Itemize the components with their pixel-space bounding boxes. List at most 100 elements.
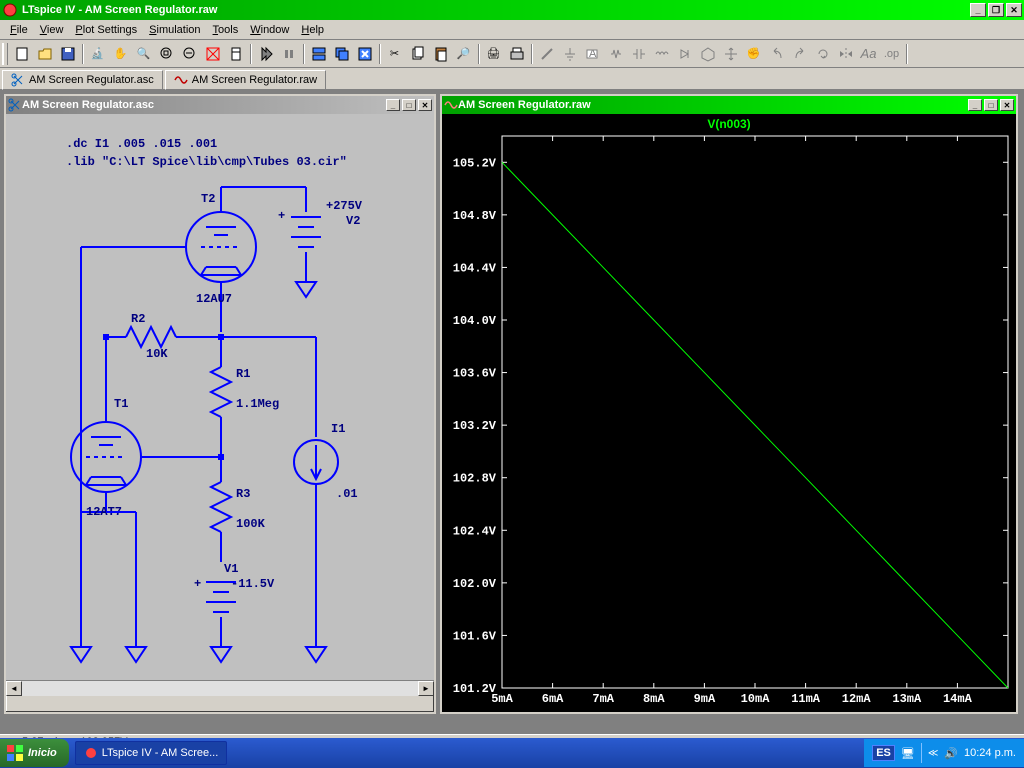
open-icon[interactable] bbox=[33, 43, 56, 65]
child-close-button[interactable]: ✕ bbox=[418, 99, 432, 111]
save-icon[interactable] bbox=[56, 43, 79, 65]
print-icon[interactable]: 🖨 bbox=[482, 43, 505, 65]
menu-simulation[interactable]: Simulation bbox=[143, 22, 206, 38]
resistor-icon[interactable] bbox=[604, 43, 627, 65]
undo-icon[interactable] bbox=[765, 43, 788, 65]
menu-file[interactable]: File bbox=[4, 22, 34, 38]
label-I1: I1 bbox=[331, 422, 345, 436]
app-icon bbox=[2, 2, 18, 18]
text-icon[interactable]: Aa bbox=[857, 43, 880, 65]
menu-view[interactable]: View bbox=[34, 22, 70, 38]
plot-titlebar[interactable]: AM Screen Regulator.raw _ □ ✕ bbox=[442, 96, 1016, 114]
scissor-icon bbox=[8, 98, 22, 112]
menu-help[interactable]: Help bbox=[295, 22, 330, 38]
svg-text:104.0V: 104.0V bbox=[453, 314, 497, 328]
svg-text:102.4V: 102.4V bbox=[453, 524, 497, 538]
wire-icon[interactable] bbox=[535, 43, 558, 65]
label-T2: T2 bbox=[201, 192, 215, 206]
child-close-button[interactable]: ✕ bbox=[1000, 99, 1014, 111]
wave-icon bbox=[174, 73, 188, 87]
rotate-icon[interactable] bbox=[811, 43, 834, 65]
move-icon[interactable] bbox=[719, 43, 742, 65]
restore-button[interactable]: ❐ bbox=[988, 3, 1004, 17]
minimize-button[interactable]: _ bbox=[970, 3, 986, 17]
directive-dc: .dc I1 .005 .015 .001 bbox=[66, 137, 217, 151]
zoom-fit-icon[interactable] bbox=[155, 43, 178, 65]
hand-icon[interactable]: ✋ bbox=[109, 43, 132, 65]
tray-desktop-icon[interactable]: 🖥 bbox=[901, 747, 915, 760]
svg-text:101.6V: 101.6V bbox=[453, 629, 497, 643]
run-icon[interactable] bbox=[254, 43, 277, 65]
spice-directive-icon[interactable]: .op bbox=[880, 43, 903, 65]
menubar: File View Plot Settings Simulation Tools… bbox=[0, 20, 1024, 40]
child-minimize-button[interactable]: _ bbox=[968, 99, 982, 111]
plot-window[interactable]: AM Screen Regulator.raw _ □ ✕ V(n003)101… bbox=[440, 94, 1018, 714]
redo-icon[interactable] bbox=[788, 43, 811, 65]
menu-tools[interactable]: Tools bbox=[207, 22, 245, 38]
label-R2: R2 bbox=[131, 312, 145, 326]
document-tabs: AM Screen Regulator.asc AM Screen Regula… bbox=[0, 68, 1024, 90]
plot-title: AM Screen Regulator.raw bbox=[458, 99, 966, 111]
svg-text:6mA: 6mA bbox=[542, 692, 564, 706]
schematic-titlebar[interactable]: AM Screen Regulator.asc _ □ ✕ bbox=[6, 96, 434, 114]
tab-schematic[interactable]: AM Screen Regulator.asc bbox=[2, 70, 163, 90]
halt-icon[interactable] bbox=[277, 43, 300, 65]
drag-icon[interactable]: ✊ bbox=[742, 43, 765, 65]
find-icon[interactable]: 🔎 bbox=[452, 43, 475, 65]
svg-text:7mA: 7mA bbox=[592, 692, 614, 706]
tab-waveform[interactable]: AM Screen Regulator.raw bbox=[165, 70, 326, 90]
windows-logo-icon bbox=[6, 744, 24, 762]
app-titlebar: LTspice IV - AM Screen Regulator.raw _ ❐… bbox=[0, 0, 1024, 20]
capacitor-icon[interactable] bbox=[627, 43, 650, 65]
closewin-icon[interactable] bbox=[353, 43, 376, 65]
child-maximize-button[interactable]: □ bbox=[984, 99, 998, 111]
copy-icon[interactable] bbox=[406, 43, 429, 65]
schematic-window[interactable]: AM Screen Regulator.asc _ □ ✕ .dc I1 .00… bbox=[4, 94, 436, 714]
new-icon[interactable] bbox=[10, 43, 33, 65]
inductor-icon[interactable] bbox=[650, 43, 673, 65]
child-minimize-button[interactable]: _ bbox=[386, 99, 400, 111]
language-indicator[interactable]: ES bbox=[872, 745, 895, 761]
ground-icon[interactable] bbox=[558, 43, 581, 65]
scroll-right-icon[interactable]: ► bbox=[418, 681, 434, 696]
cut-icon[interactable]: ✂ bbox=[383, 43, 406, 65]
search-icon[interactable]: 🔬 bbox=[86, 43, 109, 65]
schematic-hscroll[interactable]: ◄ ► bbox=[6, 680, 434, 696]
autorange-icon[interactable] bbox=[201, 43, 224, 65]
svg-text:102.8V: 102.8V bbox=[453, 472, 497, 486]
label-V1v: -11.5V bbox=[231, 577, 275, 591]
plot-canvas[interactable]: V(n003)101.2V101.6V102.0V102.4V102.8V103… bbox=[442, 114, 1016, 712]
component-icon[interactable] bbox=[696, 43, 719, 65]
app-title: LTspice IV - AM Screen Regulator.raw bbox=[22, 4, 968, 16]
diode-icon[interactable] bbox=[673, 43, 696, 65]
cascade-icon[interactable] bbox=[330, 43, 353, 65]
label-V2: V2 bbox=[346, 214, 360, 228]
close-button[interactable]: ✕ bbox=[1006, 3, 1022, 17]
schematic-canvas[interactable]: .dc I1 .005 .015 .001 .lib "C:\LT Spice\… bbox=[6, 114, 434, 680]
svg-text:104.4V: 104.4V bbox=[453, 261, 497, 275]
label-icon[interactable]: A bbox=[581, 43, 604, 65]
scroll-track[interactable] bbox=[22, 681, 418, 696]
start-button[interactable]: Inicio bbox=[0, 739, 69, 767]
svg-text:13mA: 13mA bbox=[892, 692, 922, 706]
schematic-title: AM Screen Regulator.asc bbox=[22, 99, 384, 111]
svg-text:9mA: 9mA bbox=[694, 692, 716, 706]
print-setup-icon[interactable] bbox=[505, 43, 528, 65]
svg-text:10mA: 10mA bbox=[741, 692, 771, 706]
scroll-left-icon[interactable]: ◄ bbox=[6, 681, 22, 696]
zoom-in-icon[interactable]: 🔍 bbox=[132, 43, 155, 65]
menu-plot-settings[interactable]: Plot Settings bbox=[69, 22, 143, 38]
clock[interactable]: 10:24 p.m. bbox=[964, 747, 1016, 759]
mirror-icon[interactable] bbox=[834, 43, 857, 65]
zoom-out-icon[interactable] bbox=[178, 43, 201, 65]
tile-icon[interactable] bbox=[307, 43, 330, 65]
menu-window[interactable]: Window bbox=[244, 22, 295, 38]
tray-volume-icon[interactable]: 🔊 bbox=[944, 747, 958, 760]
label-V2v: +275V bbox=[326, 199, 363, 213]
svg-text:101.2V: 101.2V bbox=[453, 682, 497, 696]
taskbar-item[interactable]: LTspice IV - AM Scree... bbox=[75, 741, 228, 765]
child-maximize-button[interactable]: □ bbox=[402, 99, 416, 111]
paste-icon[interactable] bbox=[429, 43, 452, 65]
tray-shield-icon[interactable]: ≪ bbox=[928, 748, 938, 759]
pick-icon[interactable] bbox=[224, 43, 247, 65]
